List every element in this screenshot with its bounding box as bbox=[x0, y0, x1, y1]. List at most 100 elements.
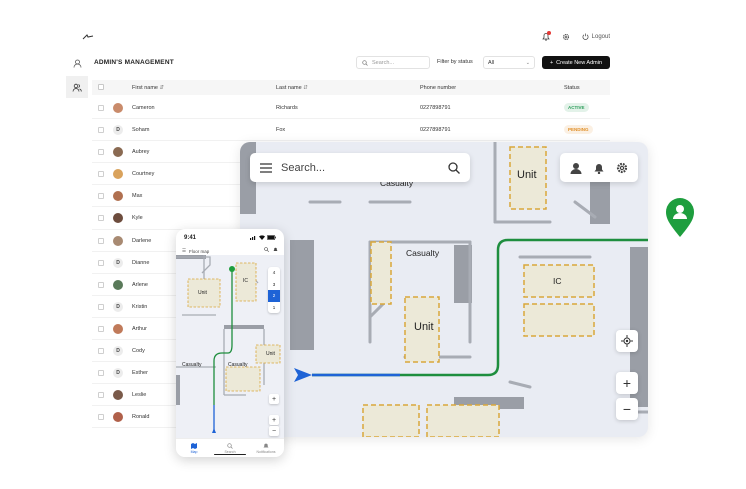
first-name-cell: Kristin bbox=[132, 303, 148, 310]
floor-selector: 4 3 2 1 bbox=[268, 267, 280, 313]
admin-search-input[interactable]: Search... bbox=[356, 56, 430, 69]
row-checkbox[interactable] bbox=[98, 105, 104, 111]
phone-floor-map[interactable]: Unit IC Casualty Casualty Unit 4 3 2 1 +… bbox=[176, 255, 284, 438]
row-checkbox[interactable] bbox=[98, 237, 104, 244]
create-admin-button[interactable]: + Create New Admin bbox=[542, 56, 610, 69]
phone-cell: 0227898791 bbox=[420, 105, 451, 111]
col-first-name[interactable]: First name ⇵ bbox=[132, 85, 164, 91]
row-checkbox[interactable] bbox=[98, 303, 104, 310]
first-name-cell: Cameron bbox=[132, 105, 155, 111]
first-name-cell: Courtney bbox=[132, 171, 155, 178]
phone-zoom-out-button[interactable]: − bbox=[269, 426, 279, 436]
phone-locate-button[interactable]: + bbox=[269, 394, 279, 404]
menu-icon[interactable]: ☰ bbox=[182, 248, 186, 254]
floor-option[interactable]: 3 bbox=[268, 279, 280, 291]
row-checkbox[interactable] bbox=[98, 325, 104, 332]
bell-icon[interactable] bbox=[273, 247, 278, 252]
col-first-name-label: First name bbox=[132, 85, 158, 91]
table-row[interactable]: Cameron Richards 0227898791 ACTIVE bbox=[92, 97, 610, 120]
sidebar-item-admins[interactable] bbox=[66, 76, 88, 98]
locate-button[interactable] bbox=[616, 330, 638, 352]
users-icon bbox=[72, 83, 82, 92]
row-checkbox[interactable] bbox=[98, 348, 104, 355]
avatar: D bbox=[113, 125, 123, 136]
select-all-checkbox[interactable] bbox=[98, 84, 104, 90]
zoom-out-button[interactable]: − bbox=[616, 398, 638, 420]
row-checkbox[interactable] bbox=[98, 127, 104, 134]
floor-option[interactable]: 1 bbox=[268, 302, 280, 314]
avatar bbox=[113, 147, 123, 158]
avatar bbox=[113, 213, 123, 224]
room-label-ic: IC bbox=[553, 276, 562, 286]
wifi-icon bbox=[259, 235, 265, 240]
admin-search-placeholder: Search... bbox=[372, 59, 395, 66]
map-search-bar[interactable]: Search... bbox=[250, 153, 470, 182]
table-row[interactable]: D Soham Fox 0227898791 PENDING bbox=[92, 119, 610, 142]
first-name-cell: Kyle bbox=[132, 215, 143, 222]
battery-icon bbox=[267, 235, 276, 240]
phone-time: 9:41 bbox=[184, 235, 197, 241]
row-checkbox[interactable] bbox=[98, 281, 104, 288]
user-icon[interactable] bbox=[570, 162, 582, 174]
search-icon bbox=[362, 59, 368, 66]
avatar bbox=[113, 235, 123, 246]
phone-room-ic: IC bbox=[243, 278, 248, 284]
phone-room-unit-b: Unit bbox=[266, 351, 275, 357]
col-last-name-label: Last name bbox=[276, 85, 302, 91]
menu-icon[interactable] bbox=[260, 162, 272, 173]
nav-label-notifications: Notifications bbox=[256, 449, 276, 454]
phone-cell: 0227898791 bbox=[420, 127, 451, 134]
plus-icon: + bbox=[549, 59, 554, 66]
col-last-name[interactable]: Last name ⇵ bbox=[276, 85, 308, 91]
status-badge: PENDING bbox=[564, 125, 593, 135]
floor-option-selected[interactable]: 2 bbox=[268, 290, 280, 302]
phone-bottom-nav: Map Search Notifications bbox=[176, 438, 284, 457]
filter-label: Filter by status bbox=[437, 59, 473, 65]
phone-room-casualty-mid: Casualty bbox=[228, 362, 248, 368]
floor-option[interactable]: 4 bbox=[268, 267, 280, 279]
bell-icon[interactable] bbox=[593, 162, 605, 174]
gear-icon[interactable] bbox=[616, 162, 628, 174]
gear-icon[interactable] bbox=[562, 33, 570, 41]
search-icon[interactable] bbox=[448, 161, 460, 174]
create-admin-label: Create New Admin bbox=[556, 59, 603, 66]
first-name-cell: Darlene bbox=[132, 237, 152, 244]
admin-topbar: Logout bbox=[64, 28, 620, 48]
floor-plan bbox=[240, 142, 648, 437]
admin-top-actions: Logout bbox=[541, 31, 610, 41]
avatar bbox=[113, 103, 123, 113]
first-name-cell: Esther bbox=[132, 370, 148, 377]
notification-bell-icon[interactable] bbox=[541, 31, 551, 41]
sort-icon: ⇵ bbox=[303, 85, 308, 91]
floor-map-panel[interactable]: Casualty Unit Casualty Unit IC Search...… bbox=[240, 142, 648, 437]
nav-label-search: Search bbox=[224, 449, 236, 454]
avatar: D bbox=[113, 257, 123, 268]
phone-header: ☰ Floor map bbox=[182, 248, 209, 254]
row-checkbox[interactable] bbox=[98, 149, 104, 156]
status-filter-select[interactable]: All ⌄ bbox=[483, 56, 535, 69]
sidebar-item-profile[interactable] bbox=[66, 52, 88, 74]
phone-zoom-in-button[interactable]: + bbox=[269, 415, 279, 425]
row-checkbox[interactable] bbox=[98, 414, 104, 421]
row-checkbox[interactable] bbox=[98, 370, 104, 377]
row-checkbox[interactable] bbox=[98, 259, 104, 266]
map-icon bbox=[191, 442, 197, 449]
row-checkbox[interactable] bbox=[98, 215, 104, 222]
nav-item-map[interactable]: Map bbox=[176, 439, 212, 457]
logout-label: Logout bbox=[591, 33, 610, 40]
phone-header-actions bbox=[264, 247, 278, 252]
zoom-in-button[interactable]: + bbox=[616, 372, 638, 394]
table-header: First name ⇵ Last name ⇵ Phone number St… bbox=[92, 80, 610, 95]
first-name-cell: Ronald bbox=[132, 414, 150, 421]
row-checkbox[interactable] bbox=[98, 193, 104, 200]
signal-icon bbox=[250, 236, 256, 240]
search-icon[interactable] bbox=[264, 247, 269, 252]
search-icon bbox=[227, 442, 233, 449]
nav-item-notifications[interactable]: Notifications bbox=[248, 439, 284, 457]
avatar bbox=[113, 169, 123, 180]
row-checkbox[interactable] bbox=[98, 392, 104, 399]
logout-button[interactable]: Logout bbox=[582, 33, 610, 40]
row-checkbox[interactable] bbox=[98, 171, 104, 178]
first-name-cell: Arthur bbox=[132, 325, 147, 332]
current-location-arrow bbox=[294, 368, 312, 382]
